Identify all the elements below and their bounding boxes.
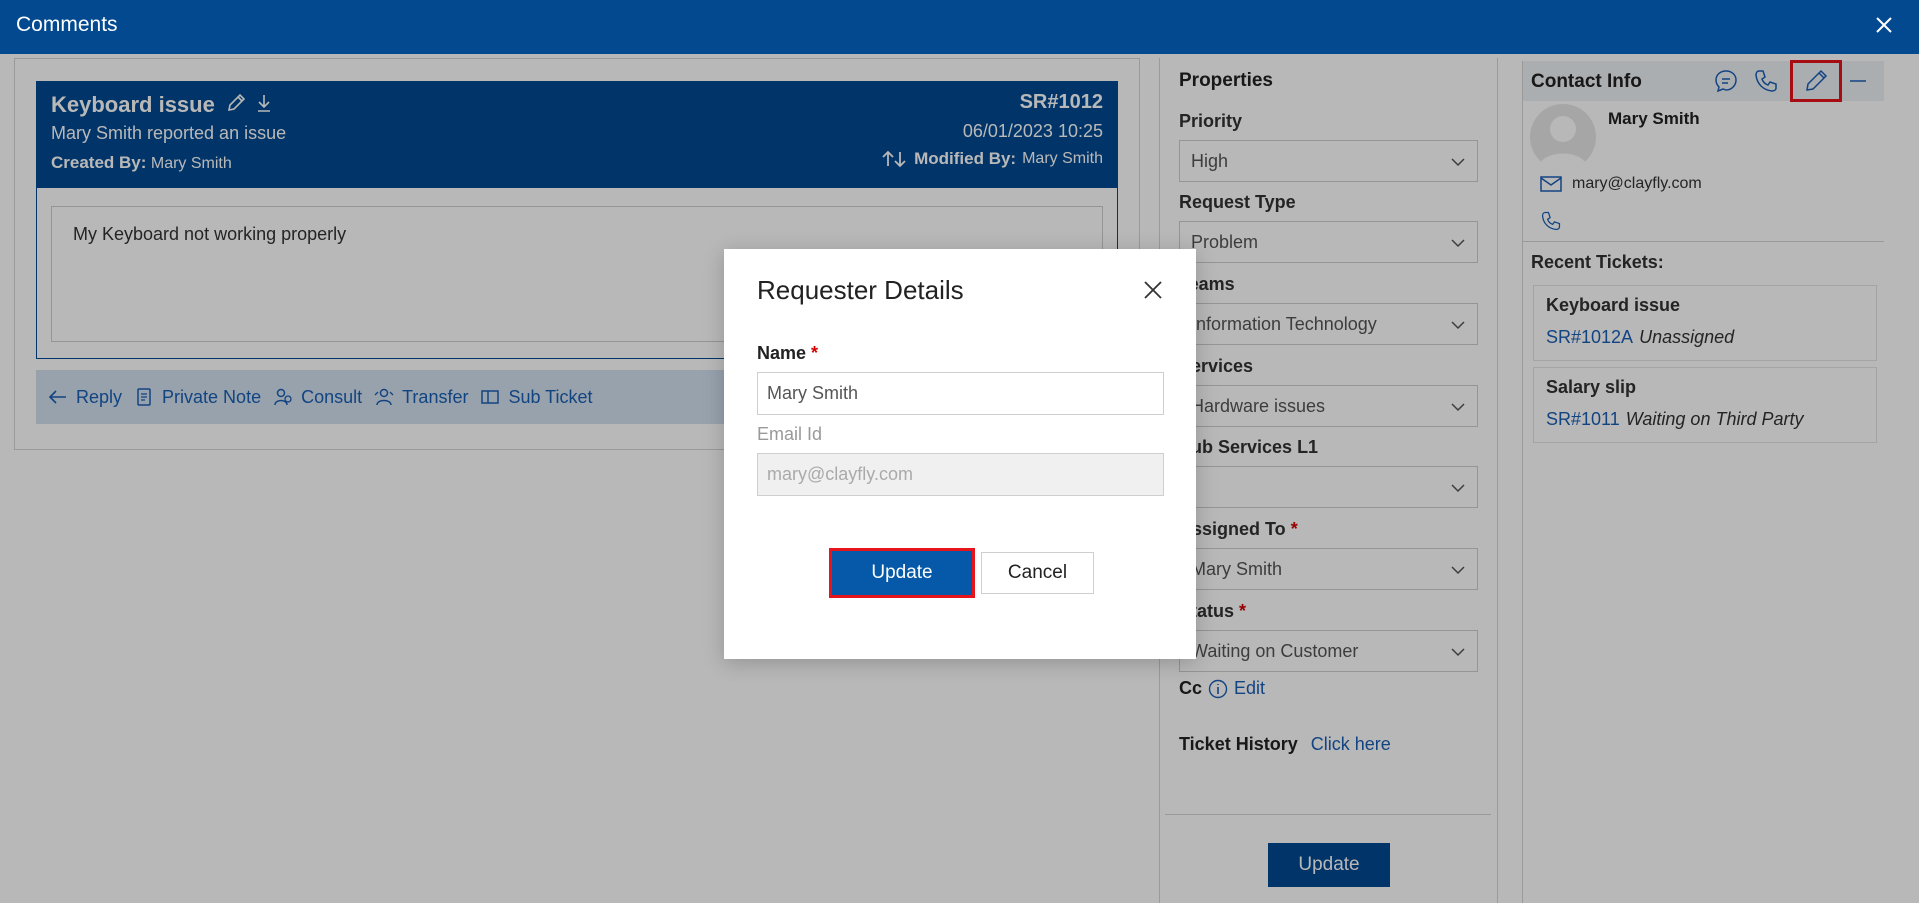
requester-details-dialog: Requester Details Name * Email Id Update… — [724, 249, 1196, 659]
title-bar: Comments — [0, 0, 1919, 54]
close-icon[interactable] — [1142, 279, 1164, 301]
name-field[interactable] — [757, 372, 1164, 415]
update-button[interactable]: Update — [829, 548, 975, 598]
cancel-button[interactable]: Cancel — [981, 552, 1094, 594]
window-title: Comments — [16, 13, 118, 36]
name-label: Name * — [757, 343, 819, 363]
email-field — [757, 453, 1164, 496]
email-label: Email Id — [757, 424, 823, 444]
close-icon[interactable] — [1871, 12, 1897, 38]
required-mark: * — [811, 343, 819, 363]
dialog-title: Requester Details — [757, 275, 964, 305]
